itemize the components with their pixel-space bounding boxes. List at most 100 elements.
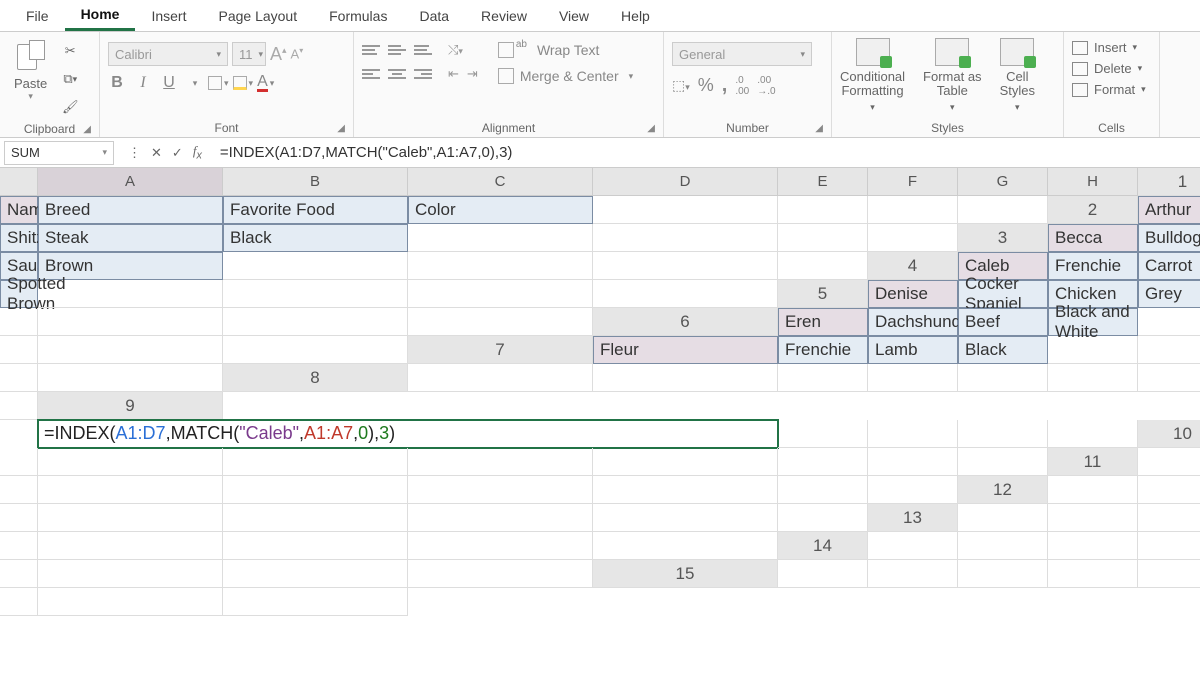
align-middle-button[interactable]: [388, 45, 406, 55]
cell-G3[interactable]: [593, 252, 778, 280]
comma-button[interactable]: ,: [722, 74, 728, 97]
cell-G5[interactable]: [223, 308, 408, 336]
col-header-A[interactable]: A: [38, 168, 223, 196]
tab-view[interactable]: View: [543, 2, 605, 30]
cell-D1[interactable]: Color: [408, 196, 593, 224]
merge-center-button[interactable]: Merge & Center▾: [498, 68, 633, 84]
row-header-13[interactable]: 13: [868, 504, 958, 532]
paste-button[interactable]: Paste ▾: [8, 36, 53, 106]
cell-B5[interactable]: Cocker Spaniel: [958, 280, 1048, 308]
cell-A10[interactable]: [0, 448, 38, 476]
row-header-3[interactable]: 3: [958, 224, 1048, 252]
cell-B12[interactable]: [1138, 476, 1200, 504]
cell-D7[interactable]: Black: [958, 336, 1048, 364]
cell-H1[interactable]: [958, 196, 1048, 224]
worksheet-grid[interactable]: ABCDEFGH1NameBreedFavorite FoodColor2Art…: [0, 168, 1200, 616]
font-size-combo[interactable]: 11▾: [232, 42, 266, 66]
cell-A2[interactable]: Arthur: [1138, 196, 1200, 224]
decrease-decimal-button[interactable]: .00→.0: [757, 75, 775, 97]
delete-cells-button[interactable]: Delete▾: [1072, 61, 1142, 76]
col-header-D[interactable]: D: [593, 168, 778, 196]
cell-A9[interactable]: =INDEX(A1:D7,MATCH("Caleb",A1:A7,0),3): [38, 420, 778, 448]
col-header-C[interactable]: C: [408, 168, 593, 196]
cell-H13[interactable]: [593, 532, 778, 560]
row-header-6[interactable]: 6: [593, 308, 778, 336]
cell-E12[interactable]: [223, 504, 408, 532]
italic-button[interactable]: I: [134, 74, 152, 92]
cell-F8[interactable]: [1048, 364, 1138, 392]
cell-D3[interactable]: Brown: [38, 252, 223, 280]
formula-input[interactable]: =INDEX(A1:D7,MATCH("Caleb",A1:A7,0),3): [212, 141, 1200, 165]
cell-H12[interactable]: [778, 504, 868, 532]
cell-G10[interactable]: [868, 448, 958, 476]
tab-file[interactable]: File: [10, 2, 65, 30]
increase-font-icon[interactable]: A▴: [270, 44, 287, 65]
wrap-text-button[interactable]: abWrap Text: [498, 42, 633, 58]
cell-G11[interactable]: [778, 476, 868, 504]
font-name-combo[interactable]: Calibri▾: [108, 42, 228, 66]
cell-E4[interactable]: [38, 280, 223, 308]
underline-button[interactable]: U: [160, 74, 178, 92]
cell-E8[interactable]: [958, 364, 1048, 392]
cell-F2[interactable]: [593, 224, 778, 252]
cell-C6[interactable]: Beef: [958, 308, 1048, 336]
cell-A3[interactable]: Becca: [1048, 224, 1138, 252]
increase-indent-button[interactable]: ⇥: [467, 66, 478, 82]
format-cells-button[interactable]: Format▾: [1072, 82, 1146, 97]
number-format-combo[interactable]: General▾: [672, 42, 812, 66]
tab-data[interactable]: Data: [403, 2, 465, 30]
borders-button[interactable]: ▾: [208, 76, 229, 90]
decrease-font-icon[interactable]: A▾: [291, 46, 304, 61]
cell-A8[interactable]: [408, 364, 593, 392]
cell-F4[interactable]: [223, 280, 408, 308]
cell-E2[interactable]: [408, 224, 593, 252]
align-top-button[interactable]: [362, 45, 380, 55]
cell-D8[interactable]: [868, 364, 958, 392]
col-header-E[interactable]: E: [778, 168, 868, 196]
name-box[interactable]: SUM▾: [4, 141, 114, 165]
bold-button[interactable]: B: [108, 74, 126, 92]
cell-D15[interactable]: [1048, 560, 1138, 588]
row-header-10[interactable]: 10: [1138, 420, 1200, 448]
cell-H10[interactable]: [958, 448, 1048, 476]
cell-D12[interactable]: [38, 504, 223, 532]
cell-H7[interactable]: [38, 364, 223, 392]
cell-G2[interactable]: [778, 224, 868, 252]
cell-A5[interactable]: Denise: [868, 280, 958, 308]
cell-C15[interactable]: [958, 560, 1048, 588]
cell-G7[interactable]: [0, 364, 38, 392]
cell-E1[interactable]: [593, 196, 778, 224]
font-launcher[interactable]: ◢: [337, 123, 345, 134]
cancel-button[interactable]: ✕: [151, 145, 162, 161]
cell-H5[interactable]: [408, 308, 593, 336]
align-bottom-button[interactable]: [414, 45, 432, 55]
row-header-12[interactable]: 12: [958, 476, 1048, 504]
cell-G12[interactable]: [593, 504, 778, 532]
align-right-button[interactable]: [414, 69, 432, 79]
align-left-button[interactable]: [362, 69, 380, 79]
cell-D6[interactable]: Black and White: [1048, 308, 1138, 336]
fill-color-button[interactable]: ▾: [233, 76, 254, 90]
cell-G4[interactable]: [408, 280, 593, 308]
cell-H11[interactable]: [868, 476, 958, 504]
cell-C7[interactable]: Lamb: [868, 336, 958, 364]
cell-F9[interactable]: [868, 420, 958, 448]
accounting-button[interactable]: ⬚▾: [672, 77, 690, 94]
cell-H9[interactable]: [1048, 420, 1138, 448]
cell-G9[interactable]: [958, 420, 1048, 448]
cell-F12[interactable]: [408, 504, 593, 532]
number-launcher[interactable]: ◢: [815, 123, 823, 134]
format-painter-button[interactable]: 🖌: [59, 96, 81, 118]
cell-F11[interactable]: [593, 476, 778, 504]
tab-page-layout[interactable]: Page Layout: [202, 2, 313, 30]
cell-B15[interactable]: [868, 560, 958, 588]
cut-button[interactable]: ✂: [59, 40, 81, 62]
tab-home[interactable]: Home: [65, 0, 136, 31]
cell-H3[interactable]: [778, 252, 868, 280]
col-header-H[interactable]: H: [1048, 168, 1138, 196]
cell-H15[interactable]: [223, 588, 408, 616]
cell-B14[interactable]: [958, 532, 1048, 560]
cell-F7[interactable]: [1138, 336, 1200, 364]
cell-A13[interactable]: [958, 504, 1048, 532]
col-header-B[interactable]: B: [223, 168, 408, 196]
